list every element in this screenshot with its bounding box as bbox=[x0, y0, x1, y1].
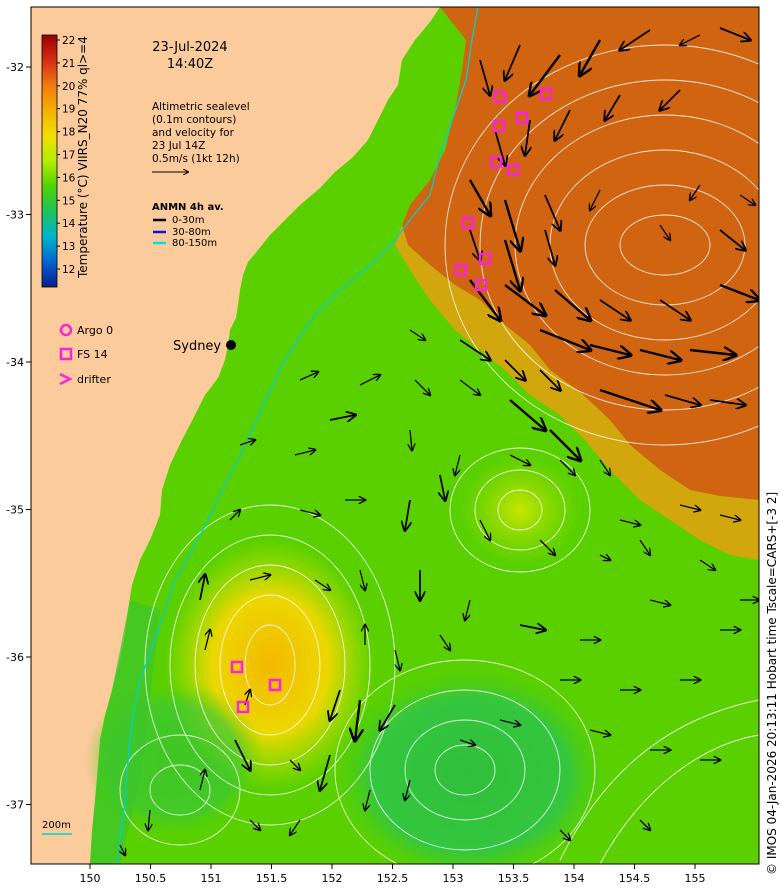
isobath-label: 200m bbox=[42, 820, 71, 831]
cool-eddy bbox=[330, 665, 610, 864]
x-tick-label: 151 bbox=[201, 872, 222, 885]
x-tick-label: 152.5 bbox=[377, 872, 409, 885]
altimetry-line-3: and velocity for bbox=[152, 127, 235, 139]
anmn-label-0: 0-30m bbox=[172, 215, 204, 226]
colorbar-tick-label: 16 bbox=[62, 172, 76, 184]
colorbar-tick-label: 20 bbox=[62, 81, 75, 93]
drifter-label: drifter bbox=[77, 373, 111, 386]
map-time: 14:40Z bbox=[167, 57, 213, 72]
credit-text: © IMOS 04-Jan-2026 20:13:11 Hobart time … bbox=[765, 492, 779, 875]
y-tick-label: -35 bbox=[6, 504, 24, 517]
altimetry-line-5: 0.5m/s (1kt 12h) bbox=[152, 153, 240, 165]
sst-map: 150 150.5 151 151.5 152 152.5 153 153.5 154 154.5… bbox=[6, 6, 779, 885]
small-eddy bbox=[460, 455, 580, 565]
x-tick-label: 150.5 bbox=[135, 872, 167, 885]
colorbar-tick-label: 21 bbox=[62, 58, 75, 70]
x-tick-label: 154.5 bbox=[619, 872, 651, 885]
fs-label: FS 14 bbox=[77, 348, 108, 361]
sydney-marker bbox=[226, 340, 236, 350]
x-tick-label: 152 bbox=[322, 872, 343, 885]
x-tick-label: 154 bbox=[564, 872, 585, 885]
y-tick-label: -34 bbox=[6, 356, 24, 369]
colorbar-tick-label: 13 bbox=[62, 241, 75, 253]
x-tick-label: 153 bbox=[443, 872, 464, 885]
x-tick-label: 151.5 bbox=[256, 872, 288, 885]
anmn-title: ANMN 4h av. bbox=[152, 202, 224, 213]
colorbar-tick-label: 15 bbox=[62, 195, 75, 207]
colorbar-tick-label: 19 bbox=[62, 104, 75, 116]
y-axis: -32 -33 -34 -35 -36 -37 bbox=[6, 61, 31, 812]
x-axis: 150 150.5 151 151.5 152 152.5 153 153.5 154 154.5… bbox=[80, 864, 706, 885]
anmn-label-2: 80-150m bbox=[172, 238, 217, 249]
colorbar-tick-label: 14 bbox=[62, 218, 76, 230]
altimetry-line-2: (0.1m contours) bbox=[152, 114, 236, 126]
colorbar-tick-label: 18 bbox=[62, 127, 75, 139]
map-date: 23-Jul-2024 bbox=[152, 40, 227, 55]
x-tick-label: 150 bbox=[80, 872, 101, 885]
map-figure: 150 150.5 151 151.5 152 152.5 153 153.5 154 154.5… bbox=[0, 0, 780, 890]
anmn-label-1: 30-80m bbox=[172, 227, 211, 238]
x-tick-label: 153.5 bbox=[498, 872, 530, 885]
y-tick-label: -33 bbox=[6, 209, 24, 222]
argo-label: Argo 0 bbox=[77, 324, 113, 337]
sydney-label: Sydney bbox=[173, 339, 221, 354]
map-content bbox=[31, 7, 759, 864]
colorbar-tick-label: 12 bbox=[62, 264, 75, 276]
altimetry-line-4: 23 Jul 14Z bbox=[152, 140, 205, 152]
y-tick-label: -37 bbox=[6, 799, 24, 812]
colorbar-tick-label: 22 bbox=[62, 35, 75, 47]
colorbar-tick-label: 17 bbox=[62, 150, 75, 162]
y-tick-label: -32 bbox=[6, 61, 24, 74]
x-tick-label: 155 bbox=[685, 872, 706, 885]
colorbar-ramp bbox=[41, 34, 58, 288]
y-tick-label: -36 bbox=[6, 651, 24, 664]
colorbar-label: Temperature (°C) VIIRS_N20 77% ql>=4 bbox=[76, 36, 90, 279]
altimetry-line-1: Altimetric sealevel bbox=[152, 101, 250, 113]
